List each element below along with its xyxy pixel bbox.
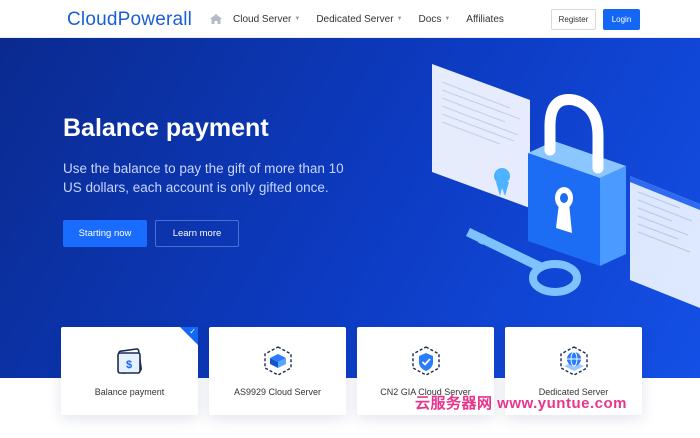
login-button[interactable]: Login xyxy=(603,9,640,30)
main-nav: Cloud Server ▼ Dedicated Server ▼ Docs ▼ Af… xyxy=(209,0,520,38)
check-icon: ✓ xyxy=(189,327,196,336)
cloud-server-icon xyxy=(263,346,292,376)
hero-title: Balance payment xyxy=(63,114,269,142)
card-as9929-cloud-server[interactable]: AS9929 Cloud Server xyxy=(209,327,346,415)
caret-down-icon: ▼ xyxy=(294,16,301,22)
logo[interactable]: CloudPowerall xyxy=(67,9,192,31)
nav-affiliates[interactable]: Affiliates xyxy=(466,14,504,25)
register-button[interactable]: Register xyxy=(551,9,596,30)
nav-label: Docs xyxy=(418,13,442,25)
nav-dedicated-server[interactable]: Dedicated Server ▼ xyxy=(316,14,402,25)
svg-text:$: $ xyxy=(125,359,131,371)
nav-docs[interactable]: Docs ▼ xyxy=(419,14,451,25)
starting-now-button[interactable]: Starting now xyxy=(63,220,147,247)
learn-more-button[interactable]: Learn more xyxy=(155,220,239,247)
shield-check-icon xyxy=(411,346,440,376)
nav-label: Cloud Server xyxy=(233,13,292,25)
home-icon[interactable] xyxy=(209,12,223,26)
card-label: Balance payment xyxy=(94,387,165,397)
hero-subtitle: Use the balance to pay the gift of more … xyxy=(63,161,344,195)
wallet-icon: $ xyxy=(116,348,142,374)
caret-down-icon: ▼ xyxy=(396,16,403,22)
caret-down-icon: ▼ xyxy=(444,16,451,22)
card-label: AS9929 Cloud Server xyxy=(233,387,322,397)
nav-cloud-server[interactable]: Cloud Server ▼ xyxy=(233,14,300,25)
padlock-illustration xyxy=(432,64,700,308)
nav-label: Affiliates xyxy=(466,13,504,25)
watermark-text: 云服务器网 www.yuntue.com xyxy=(415,395,627,412)
nav-label: Dedicated Server xyxy=(316,13,394,25)
top-navbar: CloudPowerall Cloud Server ▼ Dedicated Se… xyxy=(0,0,700,38)
card-balance-payment[interactable]: ✓ $ Balance payment xyxy=(61,327,198,415)
globe-server-icon xyxy=(559,346,588,376)
